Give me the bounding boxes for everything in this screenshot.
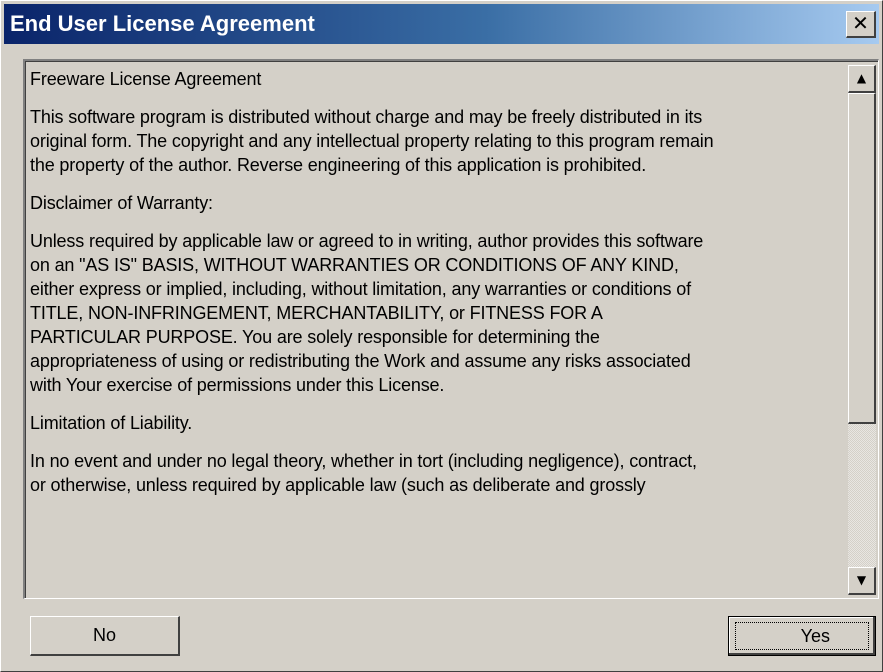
scroll-up-button[interactable]: ▲	[848, 65, 876, 93]
scroll-thumb[interactable]	[848, 93, 876, 424]
down-arrow-icon: ▼	[856, 573, 867, 587]
vertical-scrollbar[interactable]: ▲ ▼	[848, 65, 876, 595]
license-paragraph: Disclaimer of Warranty:	[30, 193, 213, 213]
license-paragraph: In no event and under no legal theory, w…	[30, 451, 697, 495]
license-paragraph: Freeware License Agreement	[30, 69, 262, 89]
license-dialog: End User License Agreement ✕ Freeware Li…	[0, 0, 883, 672]
no-button[interactable]: No	[30, 616, 180, 656]
title-bar[interactable]: End User License Agreement ✕	[4, 4, 879, 44]
license-paragraph: Limitation of Liability.	[30, 413, 193, 433]
license-paragraph: This software program is distributed wit…	[30, 107, 714, 175]
close-icon: ✕	[852, 11, 869, 35]
window-title: End User License Agreement	[10, 11, 315, 36]
license-text: Freeware License Agreement This software…	[30, 67, 850, 511]
no-button-label: No	[92, 625, 116, 645]
yes-button-label: Yes	[800, 626, 830, 646]
yes-button[interactable]: Yes	[728, 616, 876, 656]
scroll-down-button[interactable]: ▼	[848, 567, 876, 595]
focus-rectangle: Yes	[735, 622, 869, 650]
close-button[interactable]: ✕	[846, 11, 876, 38]
license-paragraph: Unless required by applicable law or agr…	[30, 231, 704, 395]
license-text-area[interactable]: Freeware License Agreement This software…	[23, 59, 879, 599]
up-arrow-icon: ▲	[856, 71, 867, 85]
